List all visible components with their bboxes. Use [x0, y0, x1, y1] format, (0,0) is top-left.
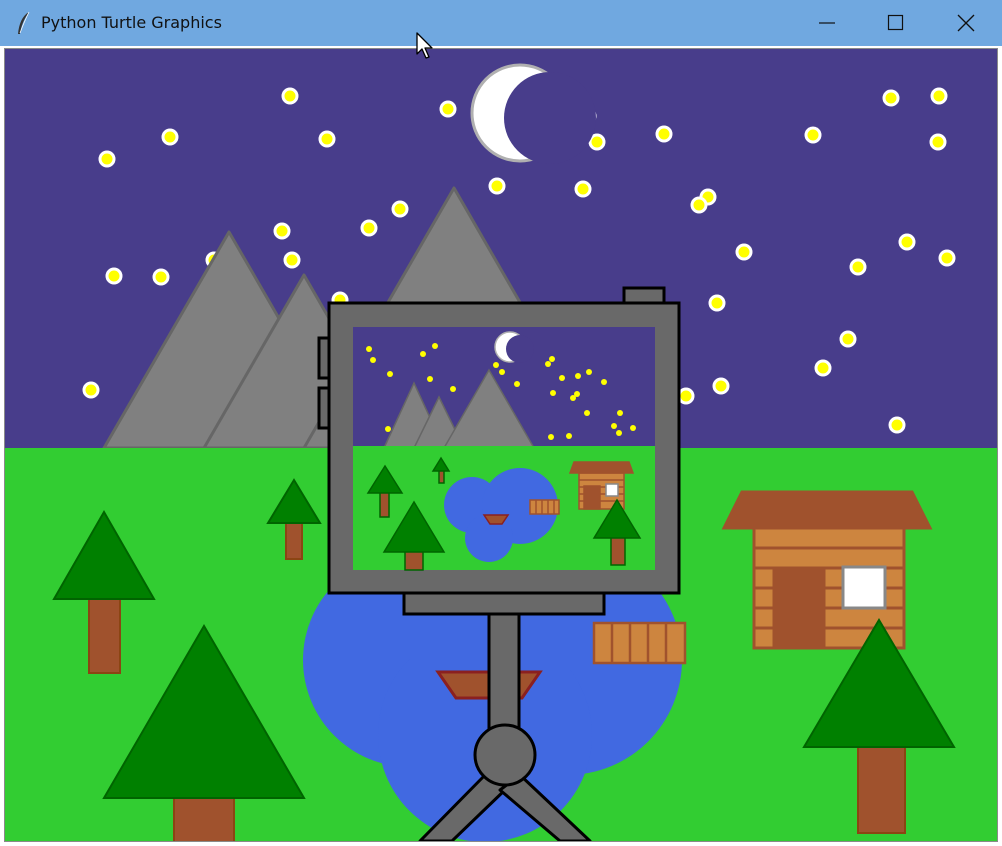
star	[98, 150, 116, 168]
maximize-button[interactable]	[861, 0, 931, 46]
star	[588, 133, 606, 151]
mouse-pointer-icon	[416, 32, 433, 59]
feather-icon	[18, 11, 30, 34]
star	[273, 222, 291, 240]
star	[655, 125, 673, 143]
maximize-icon	[887, 14, 904, 31]
star	[882, 89, 900, 107]
window-title: Python Turtle Graphics	[41, 13, 222, 32]
star	[929, 133, 947, 151]
star	[391, 200, 409, 218]
star	[488, 177, 506, 195]
star	[574, 180, 592, 198]
star	[283, 251, 301, 269]
star	[82, 381, 100, 399]
star	[281, 87, 299, 105]
star	[930, 87, 948, 105]
minimize-icon	[819, 22, 835, 24]
star	[898, 233, 916, 251]
close-button[interactable]	[931, 0, 1001, 46]
star	[161, 128, 179, 146]
star	[360, 219, 378, 237]
close-icon	[957, 14, 975, 32]
title-bar[interactable]: Python Turtle Graphics	[0, 0, 1002, 46]
turtle-window: Python Turtle Graphics	[0, 0, 1002, 846]
star	[849, 258, 867, 276]
minimize-button[interactable]	[792, 0, 862, 46]
cabin	[721, 490, 933, 650]
star	[708, 294, 726, 312]
star	[439, 100, 457, 118]
star	[690, 196, 708, 214]
star	[735, 243, 753, 261]
star	[804, 126, 822, 144]
star	[152, 268, 170, 286]
star	[938, 249, 956, 267]
star	[888, 416, 906, 434]
star	[105, 267, 123, 285]
star	[677, 387, 695, 405]
star	[712, 377, 730, 395]
star	[839, 330, 857, 348]
dock	[592, 621, 687, 665]
camera-screen	[353, 327, 655, 571]
turtle-canvas[interactable]	[5, 49, 997, 841]
star	[814, 359, 832, 377]
star	[318, 130, 336, 148]
